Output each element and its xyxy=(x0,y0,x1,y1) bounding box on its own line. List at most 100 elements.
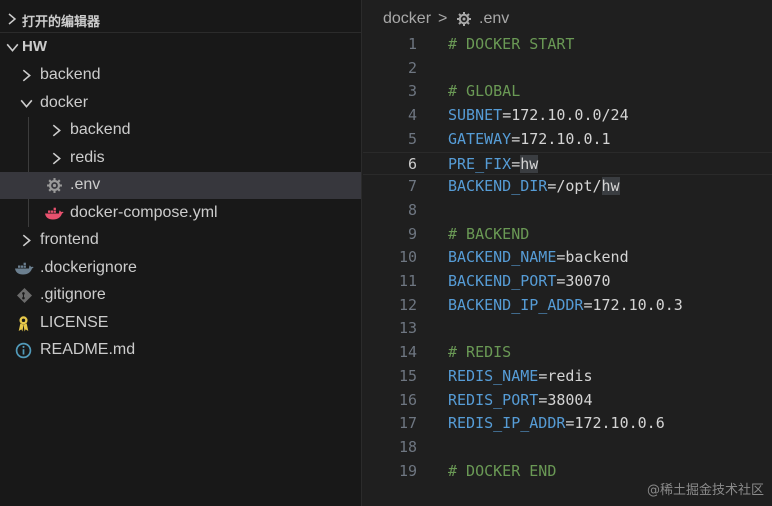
code-text: BACKEND_DIR=/opt/hw xyxy=(448,177,620,196)
git-icon xyxy=(16,287,33,304)
env-value: 38004 xyxy=(547,390,593,409)
folder-backend[interactable]: backend xyxy=(0,62,361,89)
line-number: 15 xyxy=(398,366,417,385)
env-equals: = xyxy=(583,295,593,314)
chevron-down-icon xyxy=(20,99,33,108)
code-line[interactable]: 7 BACKEND_DIR=/opt/hw xyxy=(363,175,772,198)
file-label: .env xyxy=(70,176,101,193)
code-line[interactable]: 15 REDIS_NAME=redis xyxy=(363,365,772,388)
code-comment: # REDIS xyxy=(448,343,512,362)
code-line[interactable]: 18 xyxy=(363,436,772,459)
file-dockerignore[interactable]: .dockerignore xyxy=(0,255,361,282)
info-icon xyxy=(15,342,32,359)
file-env[interactable]: .env xyxy=(0,172,361,199)
gear-icon xyxy=(47,178,62,193)
env-key: REDIS_PORT xyxy=(448,390,539,409)
file-license[interactable]: LICENSE xyxy=(0,310,361,337)
code-text: REDIS_PORT=38004 xyxy=(448,391,593,409)
line-number: 3 xyxy=(407,82,417,101)
code-text: REDIS_NAME=redis xyxy=(448,367,593,385)
env-key: BACKEND_IP_ADDR xyxy=(448,295,584,314)
code-line[interactable]: 16 REDIS_PORT=38004 xyxy=(363,389,772,412)
folder-docker-backend[interactable]: backend xyxy=(0,117,361,144)
folder-docker-redis[interactable]: redis xyxy=(0,145,361,172)
env-equals: = xyxy=(511,129,521,148)
line-number: 19 xyxy=(398,461,417,480)
folder-frontend[interactable]: frontend xyxy=(0,227,361,254)
code-line[interactable]: 17 REDIS_IP_ADDR=172.10.0.6 xyxy=(363,412,772,435)
env-key: BACKEND_PORT xyxy=(448,272,557,290)
code-line[interactable]: 6 PRE_FIX=hw xyxy=(363,151,772,175)
code-line[interactable]: 9 # BACKEND xyxy=(363,223,772,246)
chevron-down-icon xyxy=(6,43,19,52)
env-value: 172.10.0.3 xyxy=(592,295,683,314)
code-text: SUBNET=172.10.0.0/24 xyxy=(448,106,629,124)
code-line[interactable]: 4 SUBNET=172.10.0.0/24 xyxy=(363,104,772,127)
docker-icon xyxy=(45,207,64,220)
folder-label: HW xyxy=(22,38,47,55)
watermark: @稀土掘金技术社区 xyxy=(646,483,764,498)
license-icon xyxy=(18,316,29,332)
file-label: README.md xyxy=(40,341,136,358)
file-label: LICENSE xyxy=(40,314,109,331)
code-text: PRE_FIX=hw xyxy=(448,154,539,173)
code-line[interactable]: 11 BACKEND_PORT=30070 xyxy=(363,270,772,293)
section-divider xyxy=(0,32,361,33)
folder-root-hw[interactable]: HW xyxy=(0,34,361,61)
code-line[interactable]: 8 xyxy=(363,199,772,222)
code-line[interactable]: 3 # GLOBAL xyxy=(363,80,772,103)
line-number: 11 xyxy=(398,272,417,290)
line-number: 5 xyxy=(407,129,417,148)
env-value: 172.10.0.1 xyxy=(520,129,611,148)
code-text: BACKEND_PORT=30070 xyxy=(448,272,611,290)
code-line[interactable]: 5 GATEWAY=172.10.0.1 xyxy=(363,128,772,151)
env-equals: = xyxy=(502,106,512,125)
env-equals: = xyxy=(538,366,548,385)
code-text: # DOCKER END xyxy=(448,462,556,480)
line-number: 1 xyxy=(407,35,417,53)
chevron-right-icon xyxy=(22,69,31,82)
chevron-right-icon xyxy=(22,234,31,247)
file-readme[interactable]: README.md xyxy=(0,337,361,364)
code-comment: # GLOBAL xyxy=(448,82,521,101)
code-comment: # DOCKER END xyxy=(448,461,557,480)
line-number: 16 xyxy=(398,390,417,409)
docker-icon xyxy=(15,262,34,275)
env-key: REDIS_IP_ADDR xyxy=(448,414,566,433)
code-line[interactable]: 10 BACKEND_NAME=backend xyxy=(363,246,772,269)
code-comment: # BACKEND xyxy=(448,224,530,243)
env-key: GATEWAY xyxy=(448,129,512,148)
folder-label: docker xyxy=(40,94,89,111)
folder-docker[interactable]: docker xyxy=(0,90,361,117)
editor-pane[interactable]: docker > .env 1 # DOCKER START 2 3 # GLOBAL 4… xyxy=(363,0,772,506)
code-text: BACKEND_NAME=backend xyxy=(448,248,629,266)
folder-label: backend xyxy=(70,121,131,138)
code-text: GATEWAY=172.10.0.1 xyxy=(448,130,611,148)
line-number: 10 xyxy=(398,248,417,267)
folder-label: redis xyxy=(70,149,105,166)
env-equals: = xyxy=(538,390,548,409)
file-docker-compose[interactable]: docker-compose.yml xyxy=(0,200,361,227)
line-number: 6 xyxy=(407,154,417,173)
line-number: 9 xyxy=(407,224,417,243)
line-number: 18 xyxy=(398,437,417,456)
chevron-right-icon xyxy=(8,13,17,25)
code-text: # GLOBAL xyxy=(448,82,520,100)
env-key: PRE_FIX xyxy=(448,154,512,173)
open-editors-header[interactable]: 打开的编辑器 xyxy=(0,4,361,32)
folder-label: backend xyxy=(40,66,101,83)
code-line[interactable]: 13 xyxy=(363,317,772,340)
code-line[interactable]: 12 BACKEND_IP_ADDR=172.10.0.3 xyxy=(363,294,772,317)
line-number: 7 xyxy=(407,177,417,196)
file-gitignore[interactable]: .gitignore xyxy=(0,282,361,309)
breadcrumb-folder[interactable]: docker xyxy=(383,10,431,28)
code-line[interactable]: 14 # REDIS xyxy=(363,341,772,364)
file-label: docker-compose.yml xyxy=(70,204,218,221)
code-line[interactable]: 1 # DOCKER START xyxy=(363,33,772,56)
code-text: REDIS_IP_ADDR=172.10.0.6 xyxy=(448,414,665,432)
gear-icon xyxy=(457,12,471,26)
env-key: BACKEND_DIR xyxy=(448,177,548,196)
breadcrumb-file[interactable]: .env xyxy=(479,10,509,28)
code-line[interactable]: 2 xyxy=(363,57,772,80)
line-number: 17 xyxy=(398,414,417,433)
